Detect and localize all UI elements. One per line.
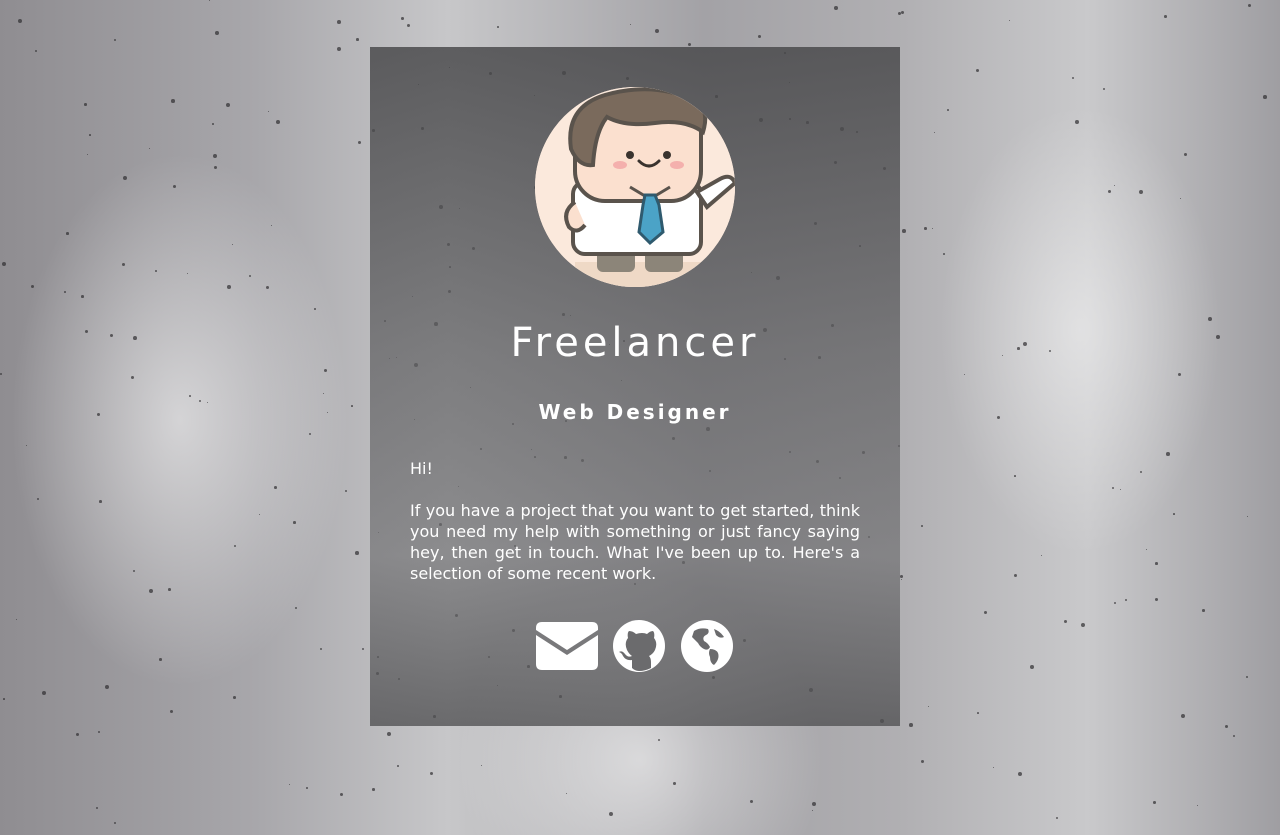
speck [66,232,69,235]
speck [1075,120,1079,124]
speck [3,698,5,700]
speck [351,405,353,407]
speck [99,500,102,503]
speck [259,514,260,515]
page-title: Freelancer [510,320,760,366]
speck [401,17,404,20]
email-link[interactable] [536,622,598,670]
envelope-icon [536,622,598,670]
speck [1173,513,1175,515]
speck [84,103,87,106]
speck [133,336,137,340]
github-link[interactable] [612,619,666,673]
github-icon [613,620,665,672]
speck [42,691,46,695]
speck [977,712,979,714]
speck [212,123,214,125]
bio-text: If you have a project that you want to g… [410,501,860,583]
speck [1164,15,1167,18]
speck [1014,475,1016,477]
speck [306,787,308,789]
speck [1202,609,1205,612]
speck [1208,317,1212,321]
speck [355,551,359,555]
speck [0,373,2,375]
speck [159,658,162,661]
greeting-text: Hi! [410,459,433,478]
speck [81,295,84,298]
speck [497,26,499,28]
speck [372,788,375,791]
speck [397,765,399,767]
social-links [370,618,900,674]
speck [276,120,280,124]
speck [1017,347,1020,350]
speck [213,154,217,158]
speck [1155,562,1158,565]
speck [356,38,359,41]
speck [1247,516,1248,517]
speck [1030,665,1034,669]
avatar-illustration-icon [535,87,735,287]
speck [110,334,113,337]
speck [215,31,219,35]
speck [64,291,66,293]
speck [314,308,316,310]
speck [149,589,153,593]
profile-card: Freelancer Web Designer Hi! If you have … [370,47,900,726]
website-link[interactable] [680,619,734,673]
speck [337,20,341,24]
globe-icon [681,620,733,672]
speck [89,134,91,136]
speck [909,723,913,727]
job-title: Web Designer [538,400,732,424]
speck [155,270,157,272]
speck [1166,452,1170,456]
speck [293,521,296,524]
speck [924,227,927,230]
speck [171,99,175,103]
speck [673,782,676,785]
speck [902,229,906,233]
speck [1153,801,1156,804]
speck [1023,342,1028,347]
speck [309,433,311,435]
speck [274,486,277,489]
speck [1263,95,1267,99]
speck [37,498,39,500]
avatar [535,87,735,287]
speck [943,253,945,255]
speck [189,395,191,397]
speck [900,575,903,578]
speck [324,369,327,372]
speck [834,6,838,10]
speck [1056,817,1058,819]
speck [233,696,236,699]
speck [123,176,127,180]
speck [921,525,923,527]
speck [1216,335,1220,339]
speck [168,588,171,591]
speck [289,784,290,785]
speck [947,109,949,111]
speck [227,285,231,289]
speck [688,43,691,46]
speck [812,802,816,806]
